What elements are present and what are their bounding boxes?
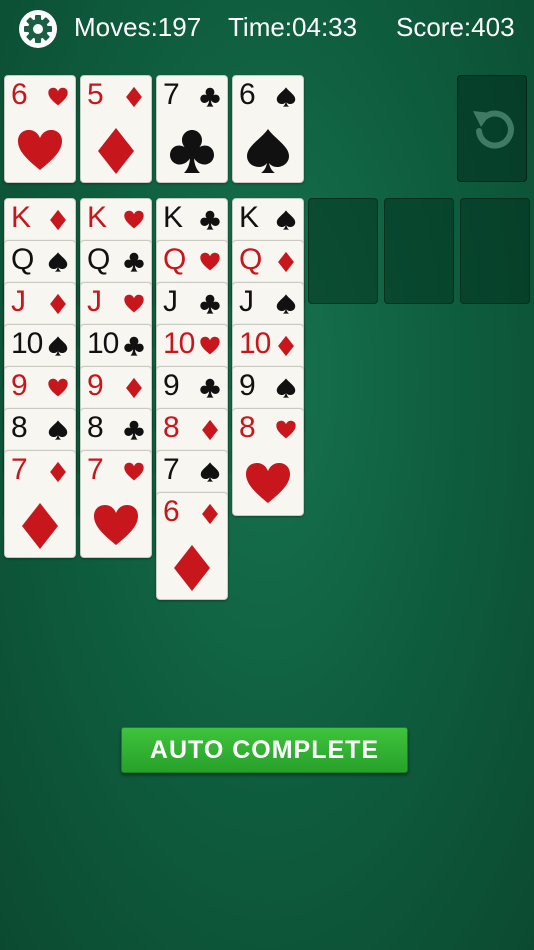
score-counter: Score:403 bbox=[396, 12, 515, 42]
card-rank: 9 bbox=[11, 369, 28, 402]
playing-card[interactable]: 5 bbox=[80, 75, 152, 183]
card-rank: 6 bbox=[11, 78, 28, 111]
spade-large-icon bbox=[247, 129, 289, 173]
card-rank: Q bbox=[163, 243, 186, 276]
spade-small-icon bbox=[48, 336, 68, 356]
heart-small-icon bbox=[48, 378, 68, 397]
card-rank: J bbox=[163, 285, 178, 318]
club-small-icon bbox=[124, 336, 144, 356]
club-small-icon bbox=[200, 210, 220, 230]
diamond-small-icon bbox=[202, 503, 218, 525]
card-rank: 8 bbox=[163, 411, 180, 444]
card-rank: K bbox=[11, 201, 31, 234]
heart-large-icon bbox=[246, 463, 290, 503]
diamond-small-icon bbox=[278, 335, 294, 357]
card-rank: K bbox=[239, 201, 259, 234]
diamond-large-icon bbox=[174, 545, 210, 591]
top-bar: Moves:197 Time:04:33 Score:403 bbox=[0, 0, 534, 56]
diamond-small-icon bbox=[50, 293, 66, 315]
card-rank: 8 bbox=[239, 411, 256, 444]
diamond-small-icon bbox=[126, 86, 142, 108]
card-rank: K bbox=[163, 201, 183, 234]
heart-small-icon bbox=[124, 462, 144, 481]
card-rank: K bbox=[87, 201, 107, 234]
card-rank: Q bbox=[11, 243, 34, 276]
undo-icon bbox=[473, 110, 514, 149]
card-rank: 8 bbox=[87, 411, 104, 444]
card-rank: 7 bbox=[11, 453, 28, 486]
heart-small-icon bbox=[48, 87, 68, 106]
card-rank: 8 bbox=[11, 411, 28, 444]
time-counter: Time:04:33 bbox=[228, 12, 358, 42]
diamond-small-icon bbox=[50, 461, 66, 483]
spade-small-icon bbox=[48, 420, 68, 440]
card-rank: 7 bbox=[87, 453, 104, 486]
playing-card[interactable]: 6 bbox=[156, 492, 228, 600]
diamond-small-icon bbox=[50, 209, 66, 231]
card-rank: Q bbox=[87, 243, 110, 276]
club-large-icon bbox=[170, 130, 214, 173]
heart-small-icon bbox=[124, 210, 144, 229]
card-rank: 10 bbox=[87, 327, 119, 360]
club-small-icon bbox=[124, 420, 144, 440]
card-rank: 10 bbox=[11, 327, 43, 360]
card-rank: 9 bbox=[163, 369, 180, 402]
playing-card[interactable]: 6 bbox=[4, 75, 76, 183]
card-rank: 9 bbox=[239, 369, 256, 402]
card-rank: J bbox=[11, 285, 26, 318]
diamond-small-icon bbox=[126, 377, 142, 399]
heart-small-icon bbox=[276, 420, 296, 439]
playing-card[interactable]: 7 bbox=[156, 75, 228, 183]
undo-button[interactable] bbox=[457, 75, 527, 182]
club-small-icon bbox=[200, 87, 220, 107]
auto-complete-button[interactable]: AUTO COMPLETE bbox=[121, 727, 408, 773]
diamond-small-icon bbox=[278, 251, 294, 273]
diamond-large-icon bbox=[22, 503, 58, 549]
card-rank: 6 bbox=[239, 78, 256, 111]
card-rank: 5 bbox=[87, 78, 104, 111]
spade-small-icon bbox=[200, 462, 220, 482]
empty-tableau-slot[interactable] bbox=[460, 198, 530, 304]
card-rank: 7 bbox=[163, 453, 180, 486]
card-rank: J bbox=[87, 285, 102, 318]
heart-small-icon bbox=[124, 294, 144, 313]
card-rank: 6 bbox=[163, 495, 180, 528]
card-rank: 10 bbox=[239, 327, 271, 360]
empty-tableau-slot[interactable] bbox=[384, 198, 454, 304]
heart-small-icon bbox=[200, 252, 220, 271]
gear-icon[interactable] bbox=[18, 9, 58, 49]
heart-large-icon bbox=[18, 130, 62, 170]
club-small-icon bbox=[200, 378, 220, 398]
playing-card[interactable]: 8 bbox=[232, 408, 304, 516]
playing-card[interactable]: 7 bbox=[80, 450, 152, 558]
spade-small-icon bbox=[48, 252, 68, 272]
card-rank: 7 bbox=[163, 78, 180, 111]
card-rank: 9 bbox=[87, 369, 104, 402]
empty-tableau-slot[interactable] bbox=[308, 198, 378, 304]
playing-card[interactable]: 7 bbox=[4, 450, 76, 558]
spade-small-icon bbox=[276, 210, 296, 230]
diamond-large-icon bbox=[98, 128, 134, 174]
club-small-icon bbox=[124, 252, 144, 272]
spade-small-icon bbox=[276, 87, 296, 107]
spade-small-icon bbox=[276, 378, 296, 398]
club-small-icon bbox=[200, 294, 220, 314]
card-rank: Q bbox=[239, 243, 262, 276]
heart-small-icon bbox=[200, 336, 220, 355]
spade-small-icon bbox=[276, 294, 296, 314]
card-rank: J bbox=[239, 285, 254, 318]
playing-card[interactable]: 6 bbox=[232, 75, 304, 183]
diamond-small-icon bbox=[202, 419, 218, 441]
card-rank: 10 bbox=[163, 327, 195, 360]
moves-counter: Moves:197 bbox=[74, 12, 202, 42]
heart-large-icon bbox=[94, 505, 138, 545]
